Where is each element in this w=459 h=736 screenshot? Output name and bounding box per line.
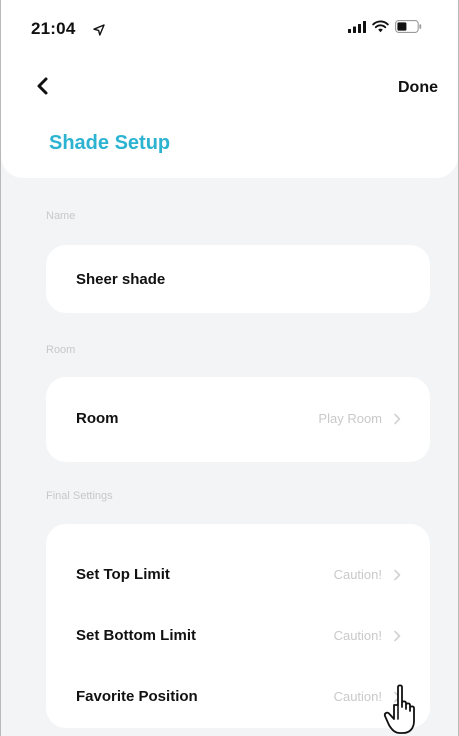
set-bottom-limit-row[interactable]: Set Bottom Limit Caution! [46,598,430,660]
chevron-right-icon [394,569,401,581]
name-field[interactable]: Sheer shade [46,245,430,313]
wifi-icon [372,20,389,33]
set-bottom-limit-label: Set Bottom Limit [76,627,196,644]
favorite-position-status: Caution! [333,689,382,704]
header-panel: 21:04 Done Shade Setup [1,0,458,178]
favorite-position-label: Favorite Position [76,688,198,705]
location-arrow-icon [93,24,105,36]
section-label-room: Room [46,344,76,356]
status-bar: 21:04 [1,0,458,64]
set-bottom-limit-status: Caution! [333,628,382,643]
status-time: 21:04 [31,19,76,38]
page-title: Shade Setup [49,132,171,154]
room-card: Room Play Room [46,377,430,462]
set-top-limit-status: Caution! [333,567,382,582]
done-button[interactable]: Done [398,79,438,97]
section-label-name: Name [46,210,76,222]
room-row-value: Play Room [318,411,382,426]
hand-pointer-icon [383,684,415,734]
set-top-limit-label: Set Top Limit [76,566,170,583]
signal-icon [348,20,366,33]
battery-icon [395,20,422,33]
chevron-left-icon[interactable] [31,74,55,98]
favorite-position-row[interactable]: Favorite Position Caution! [46,660,430,722]
limits-card: Set Top Limit Caution! Set Bottom Limit … [46,524,430,728]
room-row[interactable]: Room Play Room [46,377,430,462]
name-field-value: Sheer shade [76,271,166,288]
chevron-right-icon [394,413,401,425]
shade-setup-screen: 21:04 Done Shade Setup Name Sheer shade … [0,0,459,736]
system-icons [348,20,422,33]
section-label-limits: Final Settings [46,490,113,502]
room-row-label: Room [76,410,119,427]
chevron-right-icon [394,630,401,642]
set-top-limit-row[interactable]: Set Top Limit Caution! [46,532,430,598]
